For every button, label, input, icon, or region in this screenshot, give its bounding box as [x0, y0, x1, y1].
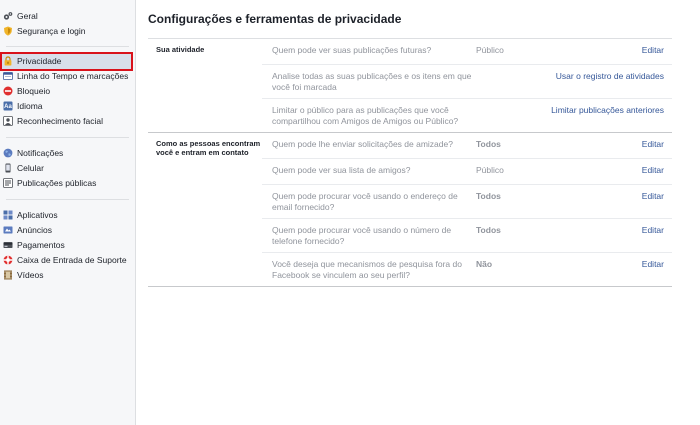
- row-value: Público: [476, 165, 504, 175]
- row-value: Público: [476, 45, 504, 55]
- sidebar-group-account: Geral Segurança e login: [0, 9, 135, 39]
- sidebar-item-label: Aplicativos: [17, 210, 58, 220]
- lock-icon: [4, 56, 12, 66]
- settings-sidebar: Geral Segurança e login Privacidade Linh…: [0, 0, 136, 425]
- sidebar-group-notifications: Notificações Celular Publicações pública…: [0, 146, 135, 191]
- row-value: Todos: [476, 139, 501, 149]
- row-question: Quem pode procurar você usando o número …: [272, 225, 452, 246]
- gears-icon: [3, 12, 13, 20]
- sidebar-divider: [6, 46, 129, 47]
- sidebar-item-idioma[interactable]: Aa Idioma: [0, 99, 135, 114]
- section-label: Como as pessoas encontram você e entram …: [156, 139, 261, 157]
- settings-row: Quem pode procurar você usando o endereç…: [262, 185, 672, 219]
- edit-link[interactable]: Editar: [536, 133, 672, 158]
- sidebar-item-privacidade[interactable]: Privacidade: [0, 52, 133, 71]
- settings-row: Analise todas as suas publicações e os i…: [262, 65, 672, 99]
- block-icon: [3, 86, 13, 96]
- edit-link[interactable]: Editar: [536, 253, 672, 286]
- row-value: Todos: [476, 191, 501, 201]
- sidebar-item-bloqueio[interactable]: Bloqueio: [0, 84, 135, 99]
- row-value: Não: [476, 259, 493, 269]
- sidebar-item-linha-do-tempo[interactable]: Linha do Tempo e marcações: [0, 69, 135, 84]
- sidebar-item-label: Publicações públicas: [17, 178, 97, 188]
- sidebar-item-label: Anúncios: [17, 225, 52, 235]
- sidebar-item-label: Bloqueio: [17, 86, 51, 96]
- row-question: Quem pode lhe enviar solicitações de ami…: [272, 139, 453, 149]
- rss-icon: [3, 178, 13, 188]
- timeline-icon: [3, 72, 13, 80]
- row-question: Quem pode ver suas publicações futuras?: [272, 45, 432, 55]
- row-question: Analise todas as suas publicações e os i…: [272, 71, 472, 92]
- edit-link[interactable]: Editar: [536, 185, 672, 218]
- sidebar-item-caixa-de-entrada-de-suporte[interactable]: Caixa de Entrada de Suporte: [0, 253, 135, 268]
- sidebar-item-pagamentos[interactable]: Pagamentos: [0, 238, 135, 253]
- main-content: Configurações e ferramentas de privacida…: [148, 0, 672, 287]
- sidebar-item-label: Linha do Tempo e marcações: [17, 71, 129, 81]
- sidebar-item-publicacoes-publicas[interactable]: Publicações públicas: [0, 176, 135, 191]
- sidebar-item-anuncios[interactable]: Anúncios: [0, 223, 135, 238]
- row-value: [472, 65, 536, 98]
- apps-icon: [3, 210, 13, 220]
- sidebar-divider: [6, 137, 129, 138]
- sidebar-item-label: Celular: [17, 163, 44, 173]
- sidebar-group-apps: Aplicativos Anúncios Pagamentos Caixa de…: [0, 208, 135, 283]
- globe-icon: [3, 148, 13, 158]
- language-icon: Aa: [3, 101, 13, 111]
- section-como-encontram: Como as pessoas encontram você e entram …: [148, 133, 672, 287]
- settings-row: Quem pode ver suas publicações futuras? …: [262, 39, 672, 65]
- sidebar-item-label: Geral: [17, 11, 38, 21]
- payments-icon: [3, 242, 13, 248]
- row-question: Quem pode procurar você usando o endereç…: [272, 191, 458, 212]
- sidebar-item-label: Privacidade: [17, 56, 62, 66]
- page-title: Configurações e ferramentas de privacida…: [148, 12, 402, 26]
- ads-icon: [3, 226, 13, 234]
- sidebar-item-aplicativos[interactable]: Aplicativos: [0, 208, 135, 223]
- sidebar-item-label: Caixa de Entrada de Suporte: [17, 255, 127, 265]
- edit-link[interactable]: Editar: [536, 39, 672, 64]
- mobile-icon: [5, 163, 11, 173]
- sidebar-item-videos[interactable]: Vídeos: [0, 268, 135, 283]
- face-recognition-icon: [3, 116, 13, 126]
- sidebar-group-privacy: Privacidade Linha do Tempo e marcações B…: [0, 52, 135, 129]
- video-icon: [4, 270, 12, 280]
- row-question: Você deseja que mecanismos de pesquisa f…: [272, 259, 462, 280]
- settings-row: Limitar o público para as publicações qu…: [262, 99, 672, 132]
- sidebar-item-label: Pagamentos: [17, 240, 65, 250]
- sidebar-item-reconhecimento-facial[interactable]: Reconhecimento facial: [0, 114, 135, 129]
- svg-text:Aa: Aa: [4, 104, 12, 110]
- sidebar-item-label: Vídeos: [17, 270, 44, 280]
- sidebar-item-label: Idioma: [17, 101, 43, 111]
- sidebar-item-label: Segurança e login: [17, 26, 86, 36]
- sidebar-item-seguranca[interactable]: Segurança e login: [0, 24, 135, 39]
- settings-row: Quem pode ver sua lista de amigos? Públi…: [262, 159, 672, 185]
- section-sua-atividade: Sua atividade Quem pode ver suas publica…: [148, 39, 672, 133]
- row-question: Limitar o público para as publicações qu…: [272, 105, 459, 126]
- row-question: Quem pode ver sua lista de amigos?: [272, 165, 411, 175]
- sidebar-item-notificacoes[interactable]: Notificações: [0, 146, 135, 161]
- edit-link[interactable]: Editar: [536, 219, 672, 252]
- activity-log-link[interactable]: Usar o registro de atividades: [536, 65, 672, 98]
- row-value: [472, 99, 536, 132]
- edit-link[interactable]: Editar: [536, 159, 672, 184]
- sidebar-item-label: Reconhecimento facial: [17, 116, 103, 126]
- settings-row: Quem pode lhe enviar solicitações de ami…: [262, 133, 672, 159]
- limit-past-posts-link[interactable]: Limitar publicações anteriores: [536, 99, 672, 132]
- sidebar-divider: [6, 199, 129, 200]
- sidebar-item-label: Notificações: [17, 148, 64, 158]
- row-value: Todos: [476, 225, 501, 235]
- sidebar-item-geral[interactable]: Geral: [0, 9, 135, 24]
- support-icon: [3, 255, 13, 265]
- settings-row: Você deseja que mecanismos de pesquisa f…: [262, 253, 672, 286]
- section-label: Sua atividade: [156, 45, 205, 54]
- settings-row: Quem pode procurar você usando o número …: [262, 219, 672, 253]
- shield-icon: [4, 26, 12, 36]
- sidebar-item-celular[interactable]: Celular: [0, 161, 135, 176]
